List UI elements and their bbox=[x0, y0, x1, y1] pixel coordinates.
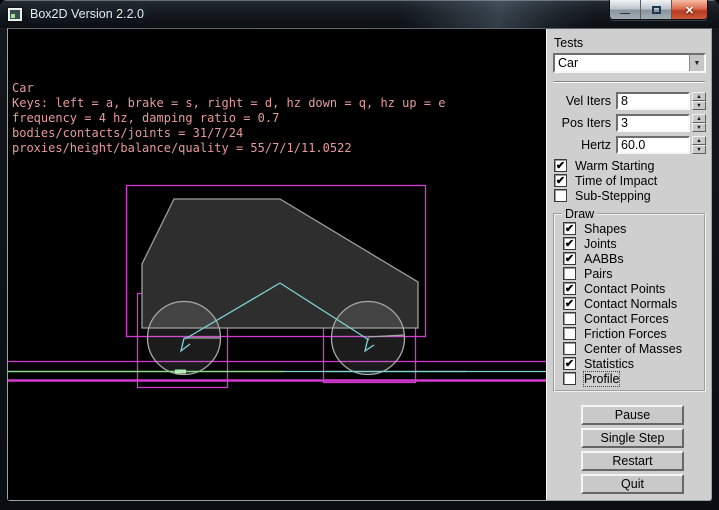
checkbox-label: Time of Impact bbox=[575, 174, 657, 188]
checkbox[interactable]: ✔ bbox=[563, 252, 576, 265]
checkbox-label: Contact Normals bbox=[584, 297, 677, 311]
checkbox[interactable] bbox=[563, 267, 576, 280]
minimize-icon: — bbox=[620, 11, 630, 17]
checkbox[interactable]: ✔ bbox=[554, 174, 567, 187]
spinner-rows: Vel Iters ▲▼ Pos Iters ▲▼ Hertz ▲▼ bbox=[553, 92, 706, 154]
checkbox-label: Center of Masses bbox=[584, 342, 682, 356]
spinner-input[interactable] bbox=[616, 114, 690, 132]
control-panel: Tests Car ▼ Vel Iters ▲▼ Pos Iters bbox=[546, 29, 711, 500]
spinner-buttons: ▲▼ bbox=[692, 136, 706, 154]
checkbox-row[interactable]: Sub-Stepping bbox=[554, 188, 706, 203]
debug-text: CarKeys: left = a, brake = s, right = d,… bbox=[12, 36, 445, 156]
chevron-down-icon: ▼ bbox=[694, 60, 701, 67]
close-button[interactable]: ✕ bbox=[672, 0, 707, 20]
simulation-canvas[interactable]: CarKeys: left = a, brake = s, right = d,… bbox=[8, 29, 546, 500]
checkbox-label: Joints bbox=[584, 237, 617, 251]
checkbox-label: Friction Forces bbox=[584, 327, 667, 341]
maximize-icon bbox=[652, 6, 661, 14]
spinner-down-button[interactable]: ▼ bbox=[692, 101, 706, 110]
tests-dropdown-button[interactable]: ▼ bbox=[689, 55, 704, 71]
action-button[interactable]: Restart bbox=[581, 451, 684, 471]
checkbox[interactable] bbox=[563, 327, 576, 340]
spinner-input[interactable] bbox=[616, 92, 690, 110]
checkbox-label: Shapes bbox=[584, 222, 626, 236]
contact-point-marker bbox=[175, 370, 186, 374]
tests-label: Tests bbox=[554, 36, 706, 50]
checkbox[interactable] bbox=[554, 189, 567, 202]
box2d-window: Box2D Version 2.2.0 — ✕ bbox=[0, 0, 719, 510]
debug-text-line: proxies/height/balance/quality = 55/7/1/… bbox=[12, 141, 445, 156]
draw-group: Draw ✔ Shapes ✔ Joints bbox=[553, 207, 706, 392]
maximize-button[interactable] bbox=[641, 0, 672, 20]
checkbox[interactable] bbox=[563, 312, 576, 325]
spinner-input[interactable] bbox=[616, 136, 690, 154]
checkbox-row[interactable]: Friction Forces bbox=[563, 326, 704, 341]
action-button[interactable]: Quit bbox=[581, 474, 684, 494]
checkbox-label: AABBs bbox=[584, 252, 624, 266]
debug-text-line: Car bbox=[12, 81, 445, 96]
checkbox[interactable]: ✔ bbox=[563, 357, 576, 370]
draw-checkboxes: ✔ Shapes ✔ Joints ✔ AABBs bbox=[563, 221, 704, 386]
checkbox[interactable]: ✔ bbox=[563, 237, 576, 250]
window-title: Box2D Version 2.2.0 bbox=[30, 7, 144, 21]
checkbox-row[interactable]: ✔ Time of Impact bbox=[554, 173, 706, 188]
caption-buttons: — ✕ bbox=[609, 0, 708, 20]
spinner-up-button[interactable]: ▲ bbox=[692, 136, 706, 145]
checkbox-row[interactable]: ✔ Shapes bbox=[563, 221, 704, 236]
draw-group-label: Draw bbox=[562, 207, 597, 221]
spinner-down-button[interactable]: ▼ bbox=[692, 145, 706, 154]
checkbox-label: Contact Points bbox=[584, 282, 665, 296]
app-icon bbox=[8, 8, 22, 21]
checkbox-row[interactable]: ✔ Contact Points bbox=[563, 281, 704, 296]
checkbox-label: Contact Forces bbox=[584, 312, 669, 326]
debug-text-line: frequency = 4 hz, damping ratio = 0.7 bbox=[12, 111, 445, 126]
checkbox[interactable] bbox=[563, 372, 576, 385]
checkbox[interactable]: ✔ bbox=[563, 222, 576, 235]
checkbox[interactable]: ✔ bbox=[563, 297, 576, 310]
checkbox-label: Statistics bbox=[584, 357, 634, 371]
debug-text-line: Keys: left = a, brake = s, right = d, hz… bbox=[12, 96, 445, 111]
action-button[interactable]: Single Step bbox=[581, 428, 684, 448]
spinner-up-button[interactable]: ▲ bbox=[692, 114, 706, 123]
tests-selected-value: Car bbox=[555, 55, 689, 71]
checkbox-row[interactable]: Center of Masses bbox=[563, 341, 704, 356]
sim-checkboxes: ✔ Warm Starting ✔ Time of Impact Sub-Ste… bbox=[554, 158, 706, 203]
client-area: CarKeys: left = a, brake = s, right = d,… bbox=[7, 28, 712, 501]
checkbox[interactable]: ✔ bbox=[554, 159, 567, 172]
checkbox-label: Warm Starting bbox=[575, 159, 654, 173]
spinner-label: Vel Iters bbox=[553, 94, 616, 108]
checkbox-row[interactable]: ✔ AABBs bbox=[563, 251, 704, 266]
action-buttons: Pause Single Step Restart Quit bbox=[553, 405, 706, 494]
checkbox-row[interactable]: ✔ Statistics bbox=[563, 356, 704, 371]
spinner-up-button[interactable]: ▲ bbox=[692, 92, 706, 101]
minimize-button[interactable]: — bbox=[610, 0, 641, 20]
close-icon: ✕ bbox=[685, 4, 694, 17]
spinner-row: Pos Iters ▲▼ bbox=[553, 114, 706, 132]
checkbox-row[interactable]: Pairs bbox=[563, 266, 704, 281]
checkbox-label: Sub-Stepping bbox=[575, 189, 651, 203]
spinner-row: Hertz ▲▼ bbox=[553, 136, 706, 154]
checkbox-row[interactable]: Contact Forces bbox=[563, 311, 704, 326]
separator bbox=[554, 81, 705, 83]
app-icon-dot bbox=[11, 14, 15, 18]
checkbox[interactable]: ✔ bbox=[563, 282, 576, 295]
spinner-buttons: ▲▼ bbox=[692, 92, 706, 110]
spinner-down-button[interactable]: ▼ bbox=[692, 123, 706, 132]
checkbox-row[interactable]: ✔ Joints bbox=[563, 236, 704, 251]
spinner-label: Hertz bbox=[553, 138, 616, 152]
spinner-label: Pos Iters bbox=[553, 116, 616, 130]
spinner-row: Vel Iters ▲▼ bbox=[553, 92, 706, 110]
debug-text-line: bodies/contacts/joints = 31/7/24 bbox=[12, 126, 445, 141]
checkbox-label: Pairs bbox=[584, 267, 612, 281]
checkbox[interactable] bbox=[563, 342, 576, 355]
checkbox-label: Profile bbox=[584, 372, 619, 386]
tests-dropdown[interactable]: Car ▼ bbox=[553, 53, 706, 73]
checkbox-row[interactable]: ✔ Contact Normals bbox=[563, 296, 704, 311]
checkbox-row[interactable]: Profile bbox=[563, 371, 704, 386]
spinner-buttons: ▲▼ bbox=[692, 114, 706, 132]
checkbox-row[interactable]: ✔ Warm Starting bbox=[554, 158, 706, 173]
action-button[interactable]: Pause bbox=[581, 405, 684, 425]
